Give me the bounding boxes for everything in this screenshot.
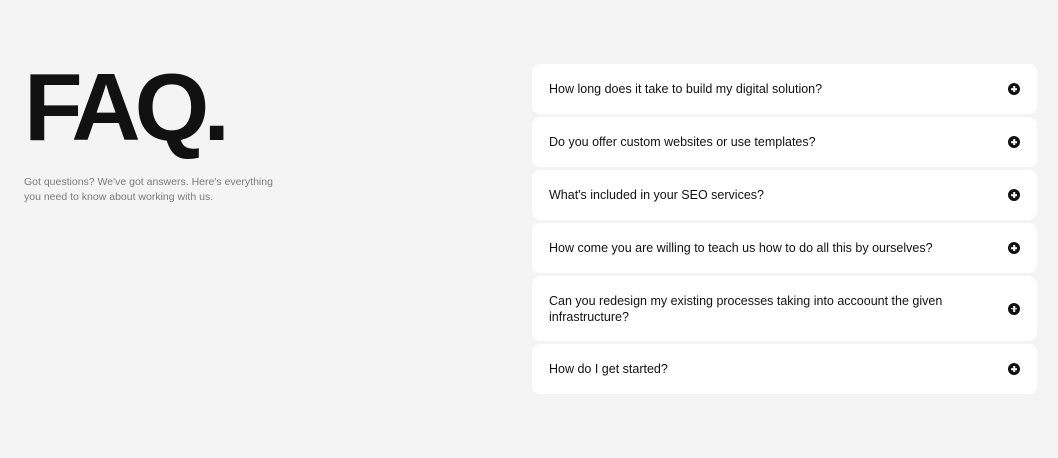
faq-question: How come you are willing to teach us how… <box>549 241 933 255</box>
faq-question: What's included in your SEO services? <box>549 188 764 202</box>
faq-question: Do you offer custom websites or use temp… <box>549 135 816 149</box>
plus-circle-icon[interactable] <box>1008 136 1020 148</box>
faq-item[interactable]: How long does it take to build my digita… <box>532 64 1037 114</box>
page-subtitle: Got questions? We've got answers. Here's… <box>24 176 273 203</box>
faq-item[interactable]: Do you offer custom websites or use temp… <box>532 117 1037 167</box>
plus-circle-icon[interactable] <box>1008 83 1020 95</box>
faq-question: Can you redesign my existing processes t… <box>549 293 943 324</box>
faq-hero: FAQ. Got questions? We've got answers. H… <box>24 60 314 205</box>
faq-list: How long does it take to build my digita… <box>532 64 1037 394</box>
faq-item[interactable]: How do I get started? <box>532 344 1037 394</box>
faq-question: How long does it take to build my digita… <box>549 82 823 96</box>
faq-item[interactable]: How come you are willing to teach us how… <box>532 223 1037 273</box>
faq-item[interactable]: Can you redesign my existing processes t… <box>532 276 1037 341</box>
faq-question: How do I get started? <box>549 362 668 376</box>
faq-item[interactable]: What's included in your SEO services? <box>532 170 1037 220</box>
plus-circle-icon[interactable] <box>1008 363 1020 375</box>
plus-circle-icon[interactable] <box>1008 302 1020 315</box>
plus-circle-icon[interactable] <box>1008 242 1020 254</box>
page-title: FAQ. <box>24 54 230 161</box>
plus-circle-icon[interactable] <box>1008 189 1020 201</box>
